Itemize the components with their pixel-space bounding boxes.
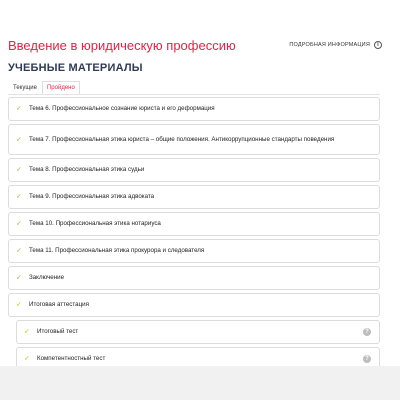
- list-item-label: Тема 7. Профессиональная этика юриста – …: [29, 135, 335, 143]
- list-item-final-test[interactable]: ✓ Итоговый тест ?: [16, 320, 380, 344]
- list-item-conclusion[interactable]: ✓ Заключение: [8, 266, 380, 290]
- tab-current[interactable]: Текущие: [8, 81, 42, 95]
- list-item-label: Итоговый тест: [37, 328, 79, 335]
- course-header: Введение в юридическую профессию ПОДРОБН…: [0, 30, 400, 62]
- footer-area: [0, 366, 400, 400]
- list-item-label: Тема 11. Профессиональная этика прокурор…: [29, 247, 205, 254]
- details-link-label: ПОДРОБНАЯ ИНФОРМАЦИЯ: [289, 42, 370, 48]
- materials-tabs: Текущие Пройдено: [8, 81, 80, 95]
- tabs-divider: [8, 94, 380, 95]
- list-item-label: Заключение: [29, 274, 65, 281]
- check-icon: ✓: [16, 220, 22, 228]
- check-icon: ✓: [16, 166, 22, 174]
- list-item-final-assessment[interactable]: ✓ Итоговая аттестация: [8, 293, 380, 317]
- info-icon: i: [374, 41, 382, 49]
- list-item-topic-7[interactable]: ✓ Тема 7. Профессиональная этика юриста …: [8, 124, 380, 155]
- check-icon: ✓: [24, 328, 30, 336]
- list-item-label: Тема 9. Профессиональная этика адвоката: [29, 193, 155, 200]
- materials-list: ✓ Тема 6. Профессиональное сознание юрис…: [8, 97, 380, 374]
- list-item-topic-10[interactable]: ✓ Тема 10. Профессиональная этика нотари…: [8, 212, 380, 236]
- list-item-label: Тема 6. Профессиональное сознание юриста…: [29, 105, 215, 112]
- list-item-topic-8[interactable]: ✓ Тема 8. Профессиональная этика судьи: [8, 158, 380, 182]
- list-item-label: Тема 10. Профессиональная этика нотариус…: [29, 220, 161, 227]
- check-icon: ✓: [16, 274, 22, 282]
- list-item-topic-6[interactable]: ✓ Тема 6. Профессиональное сознание юрис…: [8, 97, 380, 121]
- list-item-label: Итоговая аттестация: [29, 301, 89, 308]
- check-icon: ✓: [16, 105, 22, 113]
- list-item-topic-11[interactable]: ✓ Тема 11. Профессиональная этика прокур…: [8, 239, 380, 263]
- course-title: Введение в юридическую профессию: [8, 38, 236, 53]
- check-icon: ✓: [16, 193, 22, 201]
- check-icon: ✓: [16, 301, 22, 309]
- list-item-topic-9[interactable]: ✓ Тема 9. Профессиональная этика адвокат…: [8, 185, 380, 209]
- page: Введение в юридическую профессию ПОДРОБН…: [0, 0, 400, 400]
- check-icon: ✓: [16, 247, 22, 255]
- check-icon: ✓: [16, 136, 22, 143]
- tab-completed[interactable]: Пройдено: [41, 81, 80, 95]
- help-icon[interactable]: ?: [363, 355, 371, 363]
- check-icon: ✓: [24, 355, 30, 363]
- list-item-label: Тема 8. Профессиональная этика судьи: [29, 166, 145, 173]
- section-title: УЧЕБНЫЕ МАТЕРИАЛЫ: [8, 62, 143, 74]
- help-icon[interactable]: ?: [363, 328, 371, 336]
- details-link[interactable]: ПОДРОБНАЯ ИНФОРМАЦИЯ i: [289, 41, 382, 49]
- list-item-label: Компетентностный тест: [37, 355, 106, 362]
